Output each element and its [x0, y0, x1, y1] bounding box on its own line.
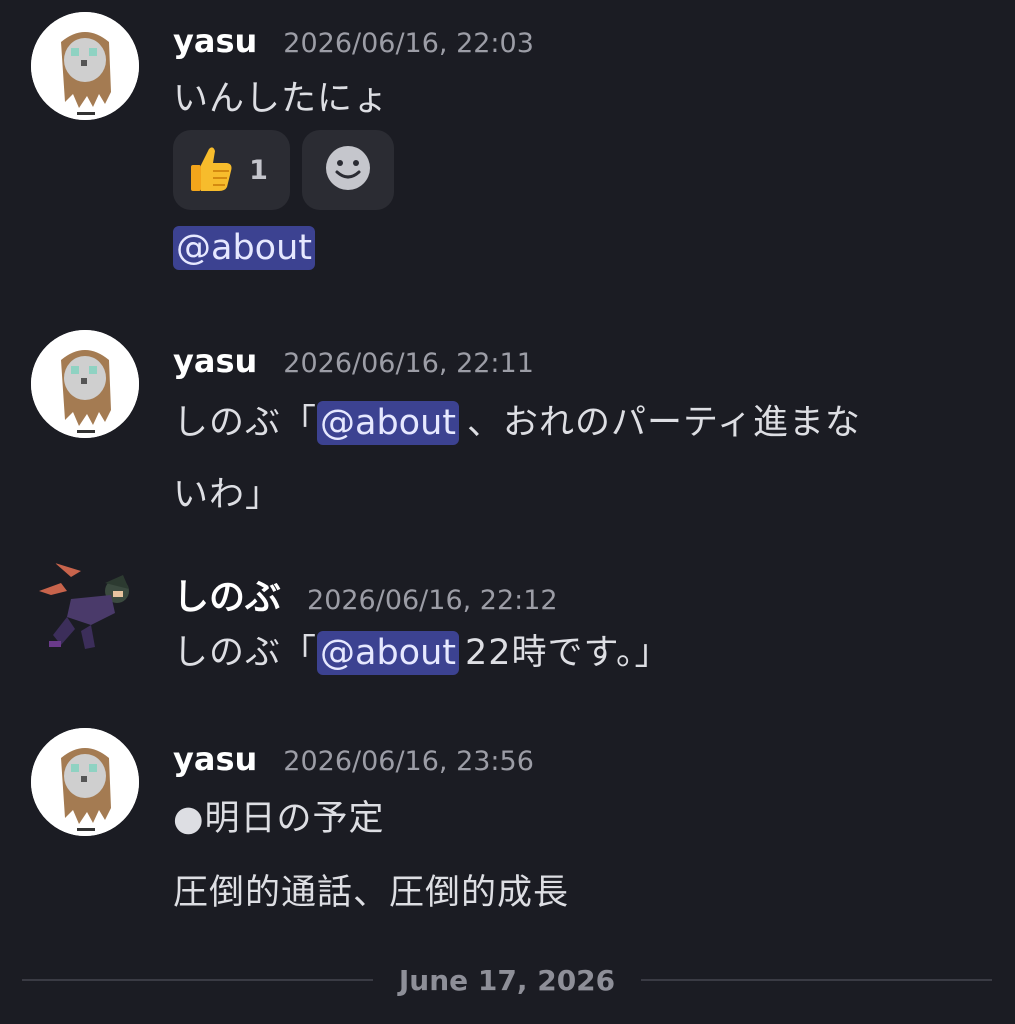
message-text: 圧倒的通話、圧倒的成長 — [173, 873, 570, 913]
message-text: いんしたにょ — [173, 79, 390, 119]
date-divider: June 17, 2026 — [22, 950, 992, 1010]
divider-rule — [641, 979, 992, 981]
message-text: しのぶ「@about 22時です。」 — [173, 624, 671, 675]
reaction-thumbs-up[interactable]: 1 — [173, 130, 290, 210]
message-text: しのぶ「@about 、おれのパーティ進まな — [173, 394, 861, 445]
author-name[interactable]: yasu — [173, 22, 257, 60]
timestamp: 2026/06/16, 22:12 — [307, 585, 558, 616]
reaction-count: 1 — [249, 154, 268, 186]
divider-rule — [22, 979, 373, 981]
text-prefix: しのぶ「 — [173, 633, 318, 673]
avatar-yasu[interactable] — [31, 728, 139, 836]
add-reaction-button[interactable] — [302, 130, 394, 210]
thumbs-up-icon — [187, 143, 235, 197]
mention-about[interactable]: @about — [317, 631, 459, 675]
smiley-icon — [324, 144, 372, 196]
author-name[interactable]: しのぶ — [173, 568, 281, 620]
chat-log: yasu 2026/06/16, 22:03 いんしたにょ 1 @about y… — [0, 0, 1015, 1024]
text-prefix: しのぶ「 — [173, 403, 318, 443]
message-text: ●明日の予定 — [173, 799, 385, 839]
author-name[interactable]: yasu — [173, 740, 257, 778]
date-divider-label: June 17, 2026 — [398, 963, 616, 997]
text-suffix: 22時です。」 — [465, 633, 671, 673]
avatar-yasu[interactable] — [31, 12, 139, 120]
timestamp: 2026/06/16, 22:03 — [283, 28, 534, 59]
mention-about[interactable]: @about — [173, 226, 315, 270]
reaction-bar: 1 — [173, 130, 394, 210]
avatar-shinobu[interactable] — [31, 555, 139, 663]
timestamp: 2026/06/16, 22:11 — [283, 348, 534, 379]
text-suffix: 、おれのパーティ進まな — [467, 403, 861, 443]
message-text: いわ」 — [173, 475, 282, 515]
mention-about[interactable]: @about — [317, 401, 459, 445]
mention-line: @about — [173, 226, 315, 270]
author-name[interactable]: yasu — [173, 342, 257, 380]
avatar-yasu[interactable] — [31, 330, 139, 438]
timestamp: 2026/06/16, 23:56 — [283, 746, 534, 777]
